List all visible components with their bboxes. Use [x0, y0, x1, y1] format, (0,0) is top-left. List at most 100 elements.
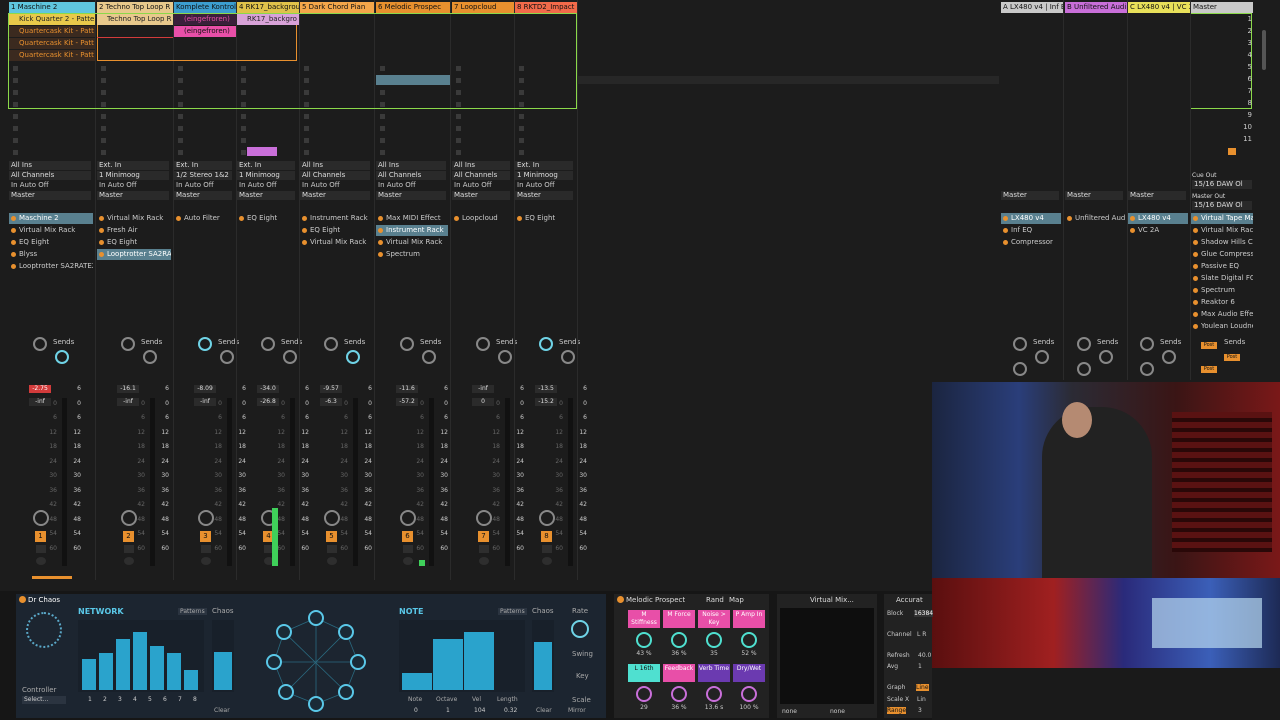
macro-knob[interactable] [741, 632, 757, 648]
note-bar[interactable] [433, 639, 463, 690]
clip-slot-stop-button[interactable] [519, 114, 524, 119]
map-button[interactable]: Map [729, 596, 744, 604]
macro-value[interactable]: 29 [631, 704, 657, 711]
send-a-knob[interactable] [261, 337, 275, 351]
device-chain-item[interactable]: EQ Eight [237, 213, 297, 224]
output-select[interactable]: Master [174, 191, 232, 200]
pan-knob[interactable] [33, 510, 49, 526]
macro-value[interactable]: 52 % [736, 650, 762, 657]
device-chain-item[interactable]: Passive EQ [1191, 261, 1253, 272]
pan-knob[interactable] [121, 510, 137, 526]
macro-knob[interactable] [741, 686, 757, 702]
device-chain-item[interactable]: Looptrotter SA2RATE [97, 249, 171, 260]
return-track-header[interactable]: C LX480 v4 | VC 2 [1128, 2, 1190, 13]
note-chaos-meter[interactable] [532, 620, 554, 692]
network-patterns-button[interactable]: Patterns [178, 608, 207, 615]
network-clear-button[interactable]: Clear [214, 707, 230, 714]
clip-slot-stop-button[interactable] [304, 114, 309, 119]
output-select[interactable]: Master [97, 191, 169, 200]
track-volume-value[interactable]: -8.09 [194, 385, 216, 393]
solo-button[interactable] [124, 545, 134, 553]
track-volume-value[interactable]: -16.1 [117, 385, 139, 393]
track-activator-button[interactable]: 1 [35, 531, 46, 542]
clip-slot[interactable]: (eingefroren) [174, 14, 236, 25]
scrollbar[interactable] [1262, 30, 1266, 70]
device-chain-item[interactable]: EQ Eight [515, 213, 575, 224]
clip-slot[interactable]: Kick Quarter 2 - Patte [9, 14, 95, 25]
track-header[interactable]: Komplete Kontrol [174, 2, 236, 13]
device-chain-item[interactable]: Virtual Mix Rack [97, 213, 171, 224]
graph-value[interactable]: Line [916, 684, 929, 691]
clip-slot-stop-button[interactable] [304, 126, 309, 131]
input-channel-select[interactable]: 1 Minimoog [97, 171, 169, 180]
network-bar[interactable] [150, 646, 164, 690]
selected-clip-slot[interactable] [376, 75, 450, 85]
device-chain-item[interactable]: Spectrum [376, 249, 448, 260]
macro-knob[interactable] [706, 632, 722, 648]
clip-slot-pink[interactable] [247, 147, 277, 156]
post-button[interactable]: Post [1201, 342, 1217, 349]
clip-slot-stop-button[interactable] [304, 150, 309, 155]
track-volume-value[interactable]: -inf [472, 385, 494, 393]
scene-launch-button[interactable]: 10 [1240, 123, 1252, 131]
clip-slot-stop-button[interactable] [13, 114, 18, 119]
network-bar[interactable] [116, 639, 130, 690]
clip-slot-stop-button[interactable] [241, 126, 246, 131]
clip-slot[interactable]: Quartercask Kit - Patt [9, 38, 95, 49]
scene-launch-button[interactable]: 1 [1240, 15, 1252, 23]
solo-button[interactable] [542, 545, 552, 553]
virtual-mix-select-b[interactable]: none [830, 708, 845, 715]
macro-label-button[interactable]: Verb Time [698, 664, 730, 682]
device-chain-item[interactable]: Fresh Air [97, 225, 171, 236]
stop-all-button[interactable] [1228, 148, 1236, 155]
device-chain-item[interactable]: Max MIDI Effect [376, 213, 448, 224]
scene-launch-button[interactable]: 8 [1240, 99, 1252, 107]
send-c-knob[interactable] [1140, 362, 1154, 376]
note-bar[interactable] [402, 673, 432, 690]
note-bar[interactable] [464, 632, 494, 690]
track-activator-button[interactable]: 3 [200, 531, 211, 542]
send-a-knob[interactable] [1077, 337, 1091, 351]
clip-slot-stop-button[interactable] [456, 150, 461, 155]
pan-knob[interactable] [400, 510, 416, 526]
send-a-knob[interactable] [198, 337, 212, 351]
output-select[interactable]: Master [300, 191, 370, 200]
output-select[interactable]: Master [452, 191, 510, 200]
track-header[interactable]: 2 Techno Top Loop R [97, 2, 173, 13]
clip-slot[interactable]: Quartercask Kit - Patt [9, 26, 95, 37]
master-out-select[interactable]: 15/16 DAW Ol [1192, 201, 1252, 210]
device-chain-item[interactable]: LX480 v4 [1128, 213, 1188, 224]
track-activator-button[interactable]: 7 [478, 531, 489, 542]
macro-label-button[interactable]: L 16th [628, 664, 660, 682]
clip-slot-stop-button[interactable] [178, 138, 183, 143]
scene-launch-button[interactable]: 7 [1240, 87, 1252, 95]
network-bars[interactable] [78, 620, 204, 692]
rate-knob[interactable] [571, 620, 589, 638]
mirror-button[interactable]: Mirror [568, 707, 586, 714]
input-channel-select[interactable]: 1/2 Stereo 1&2 [174, 171, 232, 180]
track-activator-button[interactable]: 6 [402, 531, 413, 542]
length-value[interactable]: 0.32 [504, 707, 517, 714]
device-chain-item[interactable]: Looptrotter SA2RATE2 [9, 261, 93, 272]
clip-slot-stop-button[interactable] [101, 150, 106, 155]
macro-label-button[interactable]: P Amp In [733, 610, 765, 628]
track-volume-value[interactable]: -11.6 [396, 385, 418, 393]
clip-slot-stop-button[interactable] [456, 126, 461, 131]
device-chain-item[interactable]: Unfiltered Audi [1065, 213, 1125, 224]
avg-value[interactable]: 1 [918, 663, 922, 670]
range-label[interactable]: Range [887, 707, 907, 714]
track-header[interactable]: 6 Melodic Prospec [376, 2, 450, 13]
input-type-select[interactable]: Ext. In [97, 161, 169, 170]
controller-select[interactable]: Select... [22, 696, 66, 704]
monitor-switch[interactable]: In Auto Off [378, 181, 446, 189]
range-value[interactable]: 3 [918, 707, 922, 714]
clip-slot-stop-button[interactable] [241, 138, 246, 143]
send-c-knob[interactable] [1013, 362, 1027, 376]
clip-slot-stop-button[interactable] [101, 126, 106, 131]
send-a-knob[interactable] [121, 337, 135, 351]
clip-slot[interactable]: Techno Top Loop R [97, 14, 173, 25]
scalex-value[interactable]: Lin [917, 696, 926, 703]
device-chain-item[interactable]: EQ Eight [9, 237, 93, 248]
clip-slot-stop-button[interactable] [101, 138, 106, 143]
output-select[interactable]: Master [376, 191, 446, 200]
